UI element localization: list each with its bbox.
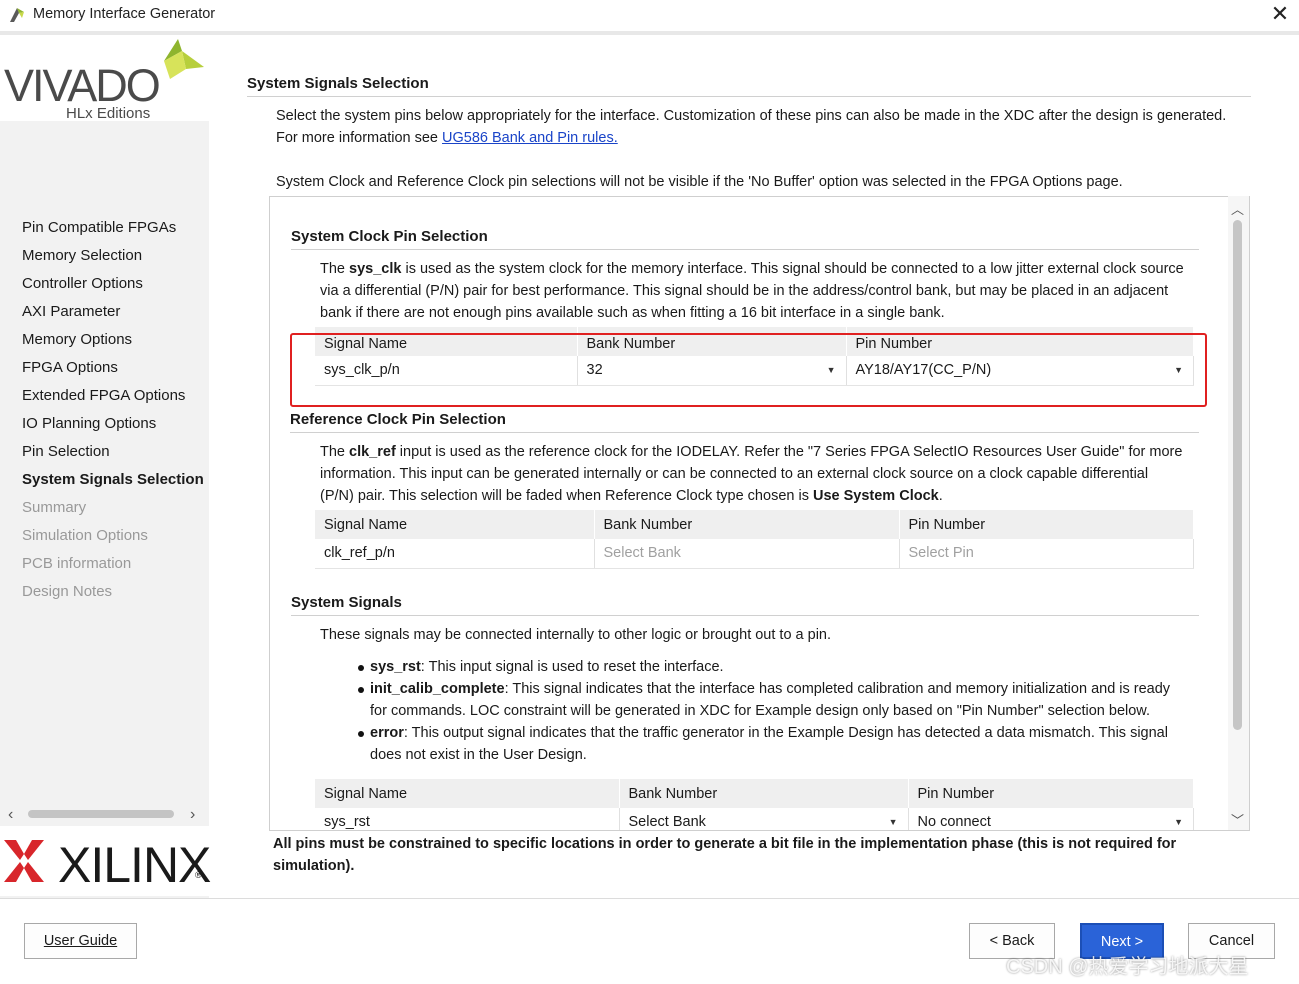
list-item: sys_rst: This input signal is used to re… — [357, 656, 1187, 678]
system-signals-section-title: System Signals — [291, 594, 402, 611]
sidebar-item-summary: Summary — [22, 499, 87, 516]
no-buffer-note: System Clock and Reference Clock pin sel… — [276, 174, 1123, 190]
desc-text: input is used as the reference clock for… — [320, 444, 1183, 504]
col-signal-name: Signal Name — [315, 510, 595, 539]
table-row: sys_rst Select Bank ▼ No connect ▼ — [315, 808, 1194, 831]
signals-panel[interactable]: System Clock Pin Selection The sys_clk i… — [269, 196, 1250, 831]
xilinx-logo: XILINX ® — [0, 826, 211, 896]
sidebar-item-simulation-options: Simulation Options — [22, 527, 148, 544]
col-bank-number: Bank Number — [619, 779, 909, 808]
sidebar — [0, 35, 209, 898]
sys-clk-term: sys_clk — [349, 261, 402, 277]
sys-clock-divider — [291, 249, 1199, 250]
sys-rst-pin-dropdown[interactable]: No connect ▼ — [908, 808, 1194, 831]
ref-clock-description: The clk_ref input is used as the referen… — [320, 441, 1185, 507]
table-row: clk_ref_p/n Select Bank Select Pin — [315, 539, 1194, 569]
vivado-logo: VIVADO HLx Editions — [0, 35, 209, 122]
system-signals-list: sys_rst: This input signal is used to re… — [357, 656, 1187, 766]
system-signals-divider — [291, 615, 1199, 616]
sidebar-item-memory-selection[interactable]: Memory Selection — [22, 247, 142, 264]
signal-desc: : This output signal indicates that the … — [370, 725, 1168, 763]
ref-clock-table: Signal Name Bank Number Pin Number clk_r… — [315, 510, 1194, 569]
col-pin-number: Pin Number — [899, 510, 1194, 539]
sidebar-item-pcb-information: PCB information — [22, 555, 132, 572]
scrollbar-thumb[interactable] — [1233, 220, 1242, 730]
constraint-warning: All pins must be constrained to specific… — [273, 836, 1177, 874]
vivado-app-icon — [10, 8, 24, 22]
sidebar-item-pin-selection[interactable]: Pin Selection — [22, 443, 110, 460]
sys-rst-bank-dropdown[interactable]: Select Bank ▼ — [619, 808, 909, 831]
bottom-separator — [0, 898, 1299, 899]
signal-name: error — [370, 725, 404, 741]
title-bar: Memory Interface Generator ✕ — [0, 0, 1299, 31]
sidebar-item-controller-options[interactable]: Controller Options — [22, 275, 143, 292]
bank-value: Select Bank — [628, 814, 706, 831]
close-icon[interactable]: ✕ — [1268, 1, 1292, 27]
col-signal-name: Signal Name — [315, 779, 620, 808]
scroll-down-icon[interactable]: ﹀ — [1231, 810, 1244, 829]
signal-name: sys_rst — [370, 659, 421, 675]
sidebar-horizontal-scrollbar[interactable]: ‹ › — [4, 806, 204, 824]
chevron-down-icon: ▼ — [1174, 817, 1183, 827]
ref-clock-divider — [290, 432, 1199, 433]
desc-text: is used as the system clock for the memo… — [320, 261, 1184, 321]
pin-value: No connect — [917, 814, 991, 831]
sidebar-item-axi-parameter[interactable]: AXI Parameter — [22, 303, 120, 320]
use-system-clock-term: Use System Clock — [812, 488, 939, 504]
chevron-down-icon: ▼ — [888, 817, 898, 827]
clk-ref-pin-dropdown: Select Pin — [899, 539, 1194, 569]
intro-prefix: For more information see — [276, 130, 443, 146]
list-item: error: This output signal indicates that… — [357, 722, 1187, 766]
clk-ref-term: clk_ref — [349, 444, 396, 460]
scroll-up-icon[interactable]: ︿ — [1231, 199, 1244, 218]
sidebar-item-pin-compatible-fpgas[interactable]: Pin Compatible FPGAs — [22, 219, 176, 236]
xilinx-mark-icon — [4, 840, 44, 882]
intro-line-1: Select the system pins below appropriate… — [276, 108, 1227, 124]
ug586-link[interactable]: UG586 Bank and Pin rules. — [442, 130, 618, 146]
clk-ref-signal-cell: clk_ref_p/n — [315, 539, 595, 569]
desc-text: . — [938, 488, 943, 504]
table-header-row: Signal Name Bank Number Pin Number — [315, 510, 1194, 539]
vivado-edition: HLx Editions — [66, 105, 151, 122]
signal-name: init_calib_complete — [370, 681, 505, 697]
sys-rst-signal-cell: sys_rst — [315, 808, 620, 830]
vivado-leaf-icon — [164, 39, 204, 79]
desc-text: The — [320, 444, 350, 460]
highlight-box — [290, 333, 1207, 407]
registered-mark: ® — [195, 870, 202, 880]
col-pin-number: Pin Number — [908, 779, 1194, 808]
list-item: init_calib_complete: This signal indicat… — [357, 678, 1187, 722]
clk-ref-bank-dropdown: Select Bank — [594, 539, 900, 569]
window-title: Memory Interface Generator — [33, 6, 216, 22]
csdn-watermark: CSDN @热爱学习地派大星 — [1006, 956, 1249, 978]
sys-clock-description: The sys_clk is used as the system clock … — [320, 258, 1185, 324]
sidebar-item-io-planning-options[interactable]: IO Planning Options — [22, 415, 156, 432]
scroll-left-icon[interactable]: ‹ — [8, 806, 13, 824]
desc-text: The — [320, 261, 350, 277]
system-signals-description: These signals may be connected internall… — [320, 627, 832, 643]
scroll-right-icon[interactable]: › — [190, 806, 195, 824]
intro-line-2: For more information see UG586 Bank and … — [276, 127, 1246, 149]
scrollbar-thumb[interactable] — [28, 810, 174, 818]
user-guide-button[interactable]: User Guide — [24, 923, 137, 959]
intro-text: Select the system pins below appropriate… — [276, 105, 1246, 149]
col-bank-number: Bank Number — [594, 510, 900, 539]
page-title: System Signals Selection — [247, 75, 429, 92]
sidebar-item-fpga-options[interactable]: FPGA Options — [22, 359, 118, 376]
signal-desc: : This input signal is used to reset the… — [420, 659, 724, 675]
sidebar-item-memory-options[interactable]: Memory Options — [22, 331, 132, 348]
xilinx-wordmark: XILINX — [58, 837, 211, 893]
panel-vertical-scrollbar[interactable]: ︿ ﹀ — [1228, 196, 1249, 830]
sidebar-item-design-notes: Design Notes — [22, 583, 113, 600]
title-divider — [247, 96, 1251, 97]
sidebar-item-system-signals-selection[interactable]: System Signals Selection — [22, 471, 204, 488]
table-header-row: Signal Name Bank Number Pin Number — [315, 779, 1194, 808]
ref-clock-section-title: Reference Clock Pin Selection — [290, 411, 506, 428]
sys-clock-section-title: System Clock Pin Selection — [291, 228, 488, 245]
sidebar-item-extended-fpga-options[interactable]: Extended FPGA Options — [22, 387, 185, 404]
system-signals-table: Signal Name Bank Number Pin Number sys_r… — [315, 779, 1194, 831]
